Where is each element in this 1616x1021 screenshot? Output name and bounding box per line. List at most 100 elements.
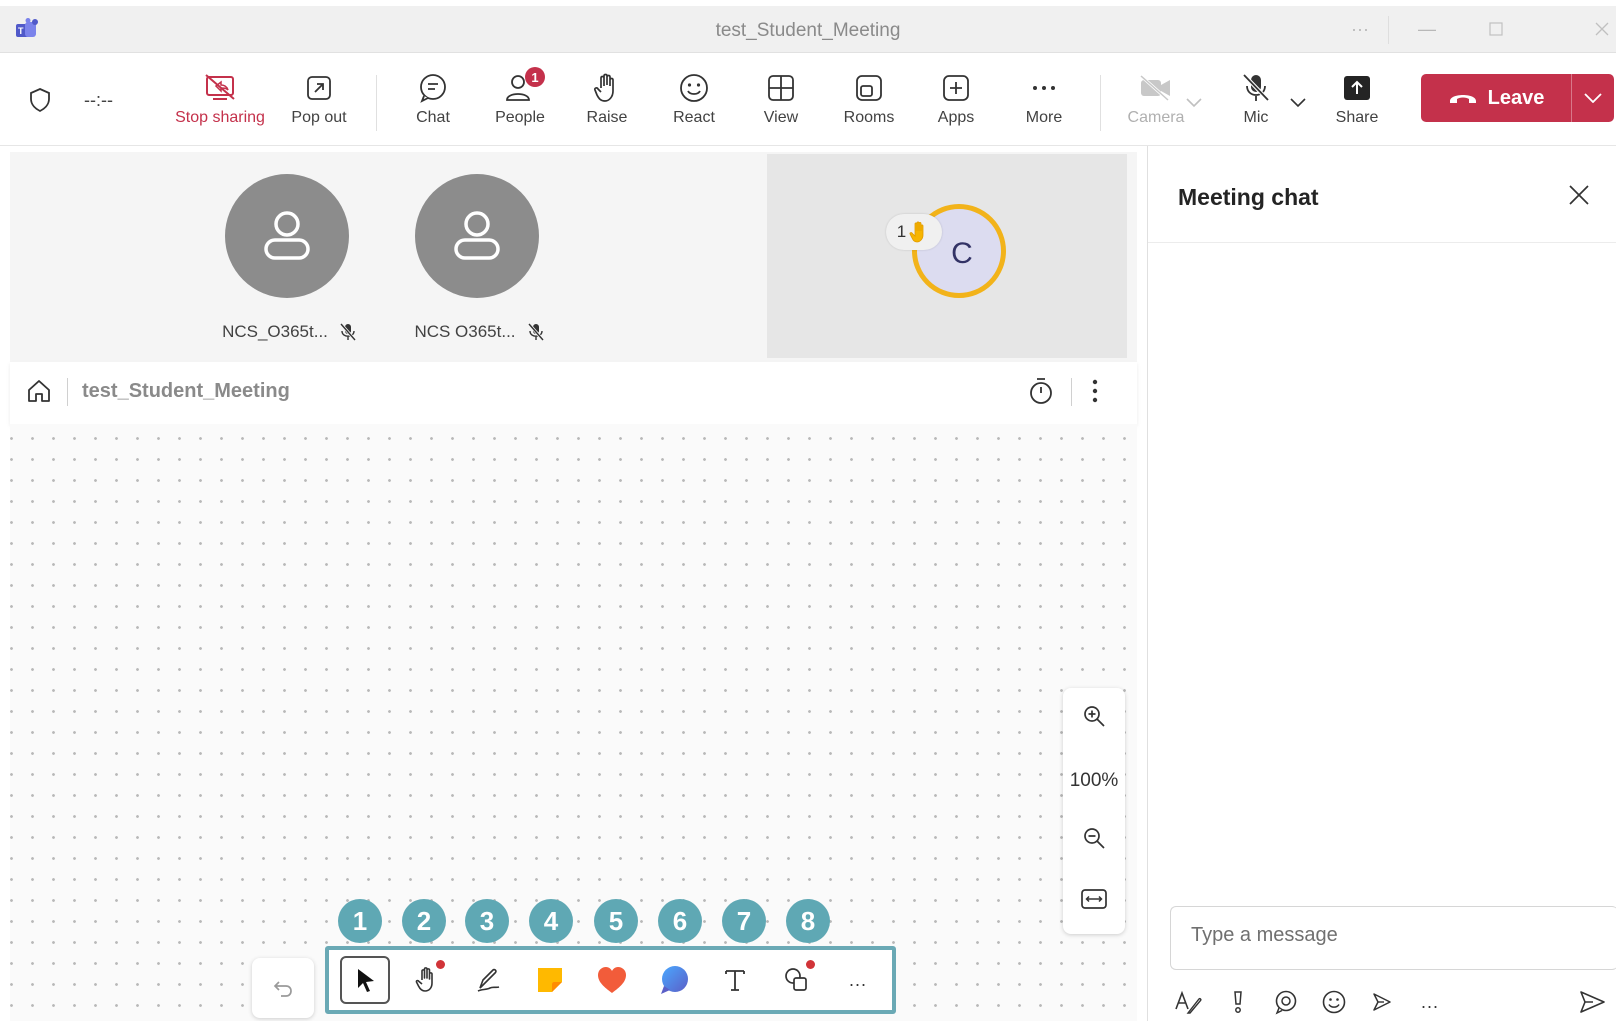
leave-options-chevron-icon[interactable] xyxy=(1572,93,1614,103)
leave-button[interactable]: Leave xyxy=(1421,74,1614,122)
react-button[interactable]: React xyxy=(654,71,734,127)
zoom-controls: 100% xyxy=(1063,688,1125,934)
self-initial: C xyxy=(951,237,973,270)
chat-button[interactable]: Chat xyxy=(393,71,473,156)
apps-button[interactable]: Apps xyxy=(916,71,996,127)
sticky-note-tool[interactable] xyxy=(525,956,575,1004)
title-divider xyxy=(1388,16,1389,44)
undo-button[interactable] xyxy=(252,958,314,1018)
rooms-label: Rooms xyxy=(843,109,895,126)
toolbar-divider xyxy=(376,75,377,131)
apps-label: Apps xyxy=(937,109,975,126)
shapes-icon xyxy=(785,968,807,991)
window-more-icon[interactable]: ··· xyxy=(1342,12,1378,46)
more-button[interactable]: More xyxy=(1004,71,1084,127)
mic-label: Mic xyxy=(1243,109,1269,126)
raise-hand-button[interactable]: Raise xyxy=(567,71,647,156)
more-tools-button[interactable]: ... xyxy=(833,956,883,1004)
camera-options-chevron-icon[interactable] xyxy=(1186,95,1202,113)
stop-sharing-button[interactable]: Stop sharing xyxy=(175,71,265,127)
leave-main[interactable]: Leave xyxy=(1421,87,1571,110)
more-options-icon[interactable]: ... xyxy=(1412,984,1448,1020)
person-icon xyxy=(264,211,310,260)
tool-number-badge: 4 xyxy=(529,899,573,943)
participant-name: NCS_O365t... xyxy=(222,322,328,341)
whiteboard-tool-palette: ... xyxy=(325,946,896,1014)
whiteboard-title: test_Student_Meeting xyxy=(82,380,290,402)
people-label: People xyxy=(495,109,545,126)
loop-component-icon[interactable] xyxy=(1268,984,1304,1020)
tool-number-badge: 3 xyxy=(465,899,509,943)
share-screen-icon xyxy=(1342,71,1372,105)
home-icon[interactable] xyxy=(26,378,52,409)
camera-label: Camera xyxy=(1127,109,1185,126)
window-title-bar: T test_Student_Meeting ··· — xyxy=(0,6,1616,53)
raise-hand-icon xyxy=(592,71,622,105)
mark-important-icon[interactable] xyxy=(1220,984,1256,1020)
person-icon xyxy=(454,211,500,260)
pop-out-icon xyxy=(304,71,334,105)
pen-tool[interactable] xyxy=(463,956,513,1004)
pop-out-button[interactable]: Pop out xyxy=(279,71,359,127)
text-tool[interactable] xyxy=(710,956,760,1004)
raise-label: Raise xyxy=(586,109,628,126)
participant-tile[interactable]: NCS O365t... xyxy=(360,174,600,354)
whiteboard-canvas[interactable] xyxy=(10,424,1137,1021)
stop-sharing-label: Stop sharing xyxy=(175,109,265,126)
tool-number-badge: 8 xyxy=(786,899,830,943)
meeting-chat-panel: Meeting chat ... xyxy=(1147,146,1616,1021)
hand-icon xyxy=(415,967,433,992)
toolbar-divider xyxy=(1100,75,1101,131)
participant-name-row: NCS O365t... xyxy=(360,322,600,342)
more-dots-icon xyxy=(1029,71,1059,105)
reaction-tool[interactable] xyxy=(587,956,637,1004)
comment-bubble-icon xyxy=(661,966,688,994)
more-options-label: ... xyxy=(1420,991,1439,1012)
message-input[interactable] xyxy=(1189,923,1613,948)
mic-muted-icon xyxy=(527,323,544,341)
rooms-button[interactable]: Rooms xyxy=(829,71,909,127)
zoom-in-icon[interactable] xyxy=(1082,704,1106,733)
mic-button[interactable]: Mic xyxy=(1216,71,1296,127)
timer-icon[interactable] xyxy=(1028,376,1054,411)
emoji-icon[interactable] xyxy=(1316,984,1352,1020)
react-label: React xyxy=(673,109,715,126)
chat-icon xyxy=(417,71,449,105)
more-tools-label: ... xyxy=(848,969,867,990)
view-button[interactable]: View xyxy=(741,71,821,127)
maximize-icon[interactable] xyxy=(1478,12,1514,46)
compose-box xyxy=(1170,906,1616,970)
grid-view-icon xyxy=(766,71,796,105)
shield-icon[interactable] xyxy=(28,87,52,118)
zoom-level: 100% xyxy=(1069,770,1119,791)
close-chat-icon[interactable] xyxy=(1568,184,1590,211)
camera-off-icon xyxy=(1138,71,1174,105)
select-tool[interactable] xyxy=(340,956,390,1004)
pen-icon xyxy=(477,968,500,992)
people-count-badge: 1 xyxy=(525,67,545,87)
tool-number-badge: 2 xyxy=(402,899,446,943)
share-button[interactable]: Share xyxy=(1317,71,1397,127)
minimize-icon[interactable]: — xyxy=(1409,12,1445,46)
fit-to-screen-icon[interactable] xyxy=(1080,888,1108,915)
meeting-timer: --:-- xyxy=(84,90,113,110)
mic-options-chevron-icon[interactable] xyxy=(1290,95,1306,113)
zoom-out-icon[interactable] xyxy=(1082,826,1106,855)
self-video-tile[interactable]: C 1 xyxy=(767,154,1127,358)
send-icon[interactable] xyxy=(1574,984,1610,1020)
send-gif-icon[interactable] xyxy=(1364,984,1400,1020)
participant-name: NCS O365t... xyxy=(414,322,516,341)
sticky-note-icon xyxy=(538,968,562,992)
format-icon[interactable] xyxy=(1170,984,1206,1020)
camera-button[interactable]: Camera xyxy=(1116,71,1196,127)
text-icon xyxy=(725,970,745,991)
raised-hand-badge: 1 xyxy=(886,214,942,250)
close-window-icon[interactable] xyxy=(1584,12,1616,46)
people-icon: 1 xyxy=(503,67,545,105)
heart-icon xyxy=(598,967,626,993)
pan-hand-tool[interactable] xyxy=(402,956,452,1004)
shapes-tool[interactable] xyxy=(772,956,822,1004)
comment-tool[interactable] xyxy=(649,956,699,1004)
whiteboard-menu-icon[interactable] xyxy=(1091,378,1099,409)
people-button[interactable]: 1 People xyxy=(480,67,560,127)
